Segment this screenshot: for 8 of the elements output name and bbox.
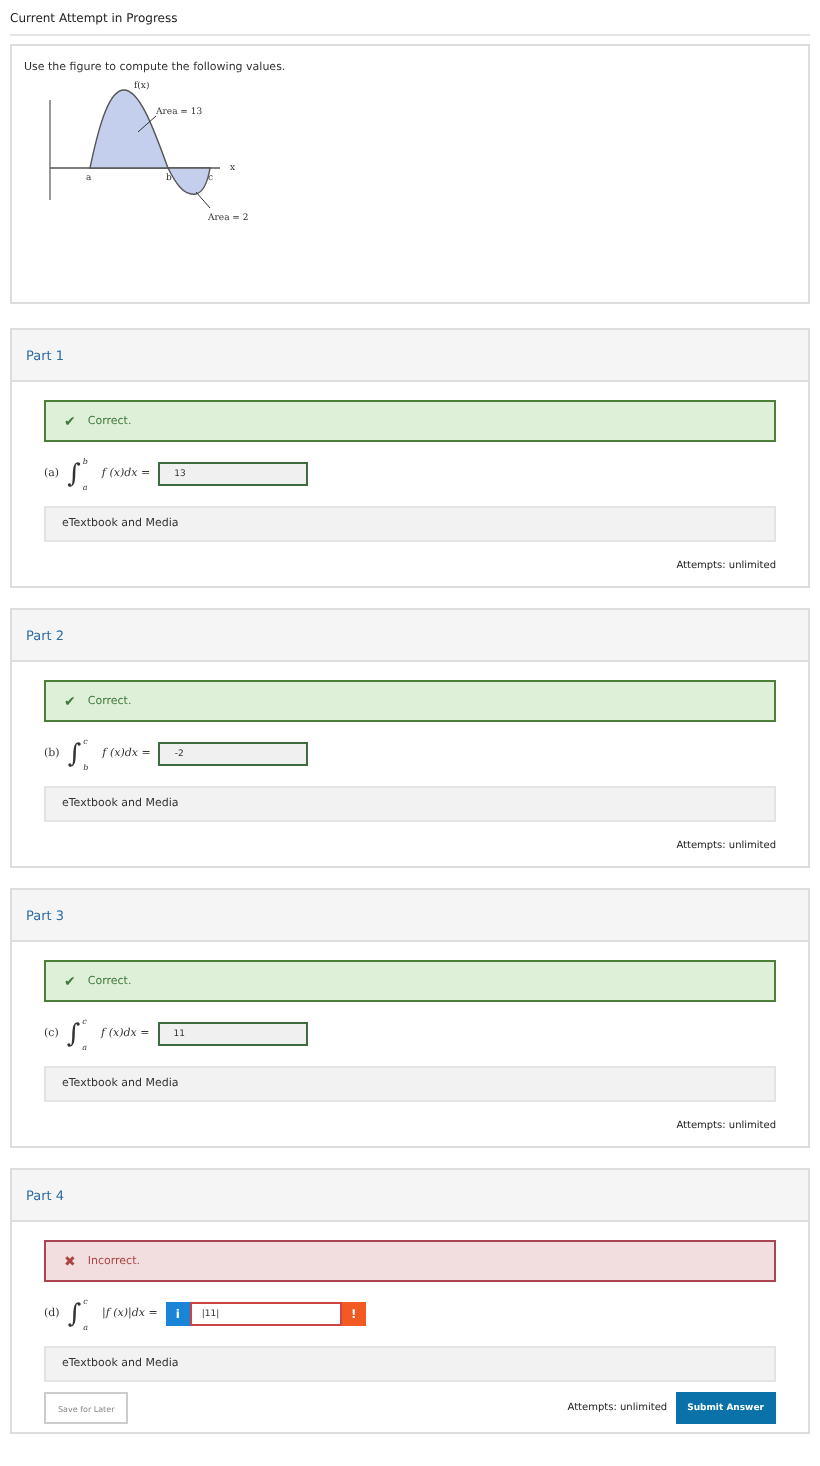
integral-sign: ∫ [66, 1021, 81, 1047]
leader-line [137, 115, 157, 133]
y-axis [49, 99, 51, 201]
integral-sign: ∫ [67, 741, 82, 767]
leader-line [195, 191, 211, 209]
negative-area [167, 167, 211, 195]
integral-sign: ∫ [67, 1301, 82, 1327]
integral-sign: ∫ [67, 461, 81, 487]
